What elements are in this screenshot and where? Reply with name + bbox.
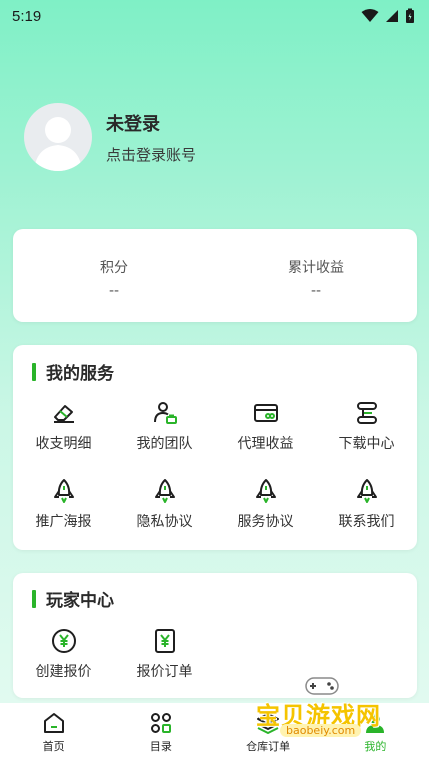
rocket-icon: [151, 477, 179, 505]
section-title-text: 玩家中心: [46, 591, 114, 611]
profile-name: 未登录: [106, 113, 160, 135]
services-title: 我的服务: [32, 359, 114, 384]
profile-header[interactable]: 未登录 点击登录账号: [24, 103, 196, 171]
signal-icon: [386, 10, 398, 22]
player-label: 创建报价: [35, 664, 92, 680]
catalog-icon: [150, 713, 171, 733]
service-label: 收支明细: [35, 436, 92, 452]
service-label: 隐私协议: [136, 514, 193, 530]
wifi-icon: [361, 9, 379, 22]
player-item-create-quote[interactable]: 创建报价: [13, 627, 114, 681]
eraser-icon: [50, 399, 78, 427]
stat-label: 积分: [100, 260, 128, 276]
watermark-logo: 宝贝游戏网 baobeiy.com: [250, 668, 400, 748]
service-item-contact-us[interactable]: 联系我们: [316, 477, 417, 531]
rocket-icon: [252, 477, 280, 505]
tab-label: 首页: [42, 740, 65, 753]
service-item-service-agreement[interactable]: 服务协议: [215, 477, 316, 531]
avatar[interactable]: [24, 103, 92, 171]
player-center-title: 玩家中心: [32, 586, 114, 611]
stat-value: --: [108, 283, 120, 299]
stat-value: --: [310, 283, 322, 299]
status-icons: [361, 8, 415, 24]
status-bar: 5:19: [0, 0, 429, 32]
yen-circle-icon: [50, 627, 78, 655]
service-item-promo-poster[interactable]: 推广海报: [13, 477, 114, 531]
tab-catalog[interactable]: 目录: [107, 703, 214, 763]
watermark-url: baobeiy.com: [280, 724, 362, 737]
yen-document-icon: [151, 627, 179, 655]
service-item-my-team[interactable]: 我的团队: [114, 399, 215, 453]
service-label: 下载中心: [338, 436, 395, 452]
home-icon: [43, 713, 64, 733]
services-card: 我的服务 收支明细 我的团队 代理收益 下载中心 推广海报 隐私协议 服务协议 …: [13, 345, 417, 550]
tab-home[interactable]: 首页: [0, 703, 107, 763]
download-icon: [353, 399, 381, 427]
default-avatar-icon: [34, 117, 82, 171]
stat-label: 累计收益: [288, 260, 344, 276]
service-label: 代理收益: [237, 436, 294, 452]
service-item-download-center[interactable]: 下载中心: [316, 399, 417, 453]
service-item-income-detail[interactable]: 收支明细: [13, 399, 114, 453]
service-item-agent-earnings[interactable]: 代理收益: [215, 399, 316, 453]
wallet-icon: [252, 399, 280, 427]
login-prompt[interactable]: 点击登录账号: [106, 144, 196, 165]
section-title-text: 我的服务: [46, 364, 114, 384]
team-icon: [151, 399, 179, 427]
service-item-privacy-policy[interactable]: 隐私协议: [114, 477, 215, 531]
player-item-quote-orders[interactable]: 报价订单: [114, 627, 215, 681]
stat-points[interactable]: 积分 --: [13, 229, 215, 322]
tab-label: 目录: [149, 740, 172, 753]
service-label: 联系我们: [338, 514, 395, 530]
stats-card: 积分 -- 累计收益 --: [13, 229, 417, 322]
player-label: 报价订单: [136, 664, 193, 680]
service-label: 服务协议: [237, 514, 294, 530]
status-time: 5:19: [12, 7, 42, 25]
section-accent-bar: [32, 362, 36, 381]
service-label: 推广海报: [35, 514, 92, 530]
rocket-icon: [353, 477, 381, 505]
stat-earnings[interactable]: 累计收益 --: [215, 229, 417, 322]
battery-icon: [406, 8, 414, 23]
section-accent-bar: [32, 589, 36, 608]
rocket-icon: [50, 477, 78, 505]
service-label: 我的团队: [136, 436, 193, 452]
